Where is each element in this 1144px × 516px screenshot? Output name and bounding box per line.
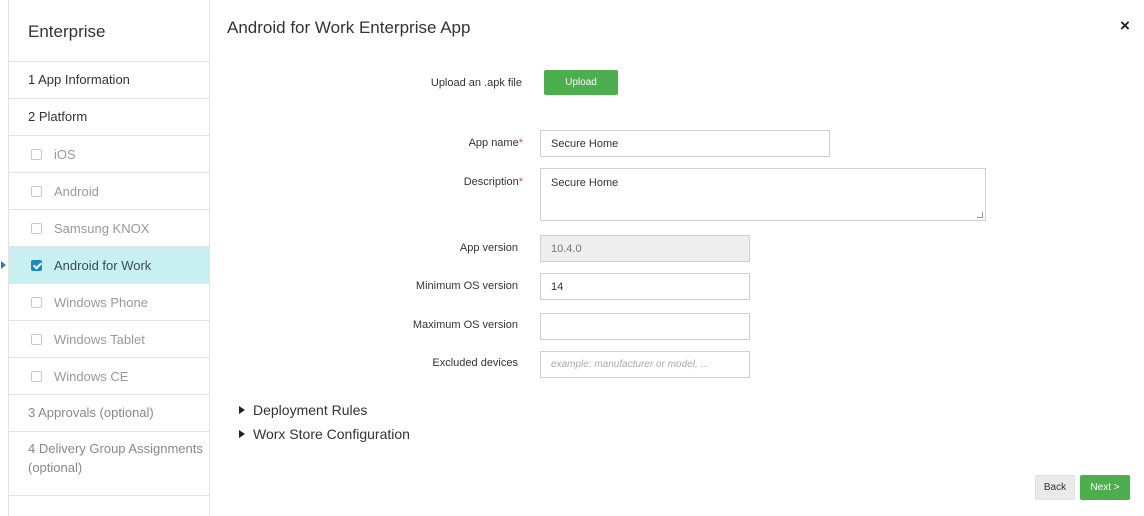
page-title: Android for Work Enterprise App [227, 18, 471, 37]
active-arrow-icon [1, 261, 6, 269]
excluded-devices-label: Excluded devices [432, 357, 518, 369]
platform-label: Windows CE [54, 368, 129, 384]
worx-store-toggle[interactable]: Worx Store Configuration [239, 426, 410, 442]
upload-label: Upload an .apk file [430, 77, 522, 89]
platform-samsung-knox[interactable]: Samsung KNOX [9, 210, 209, 247]
step-platform[interactable]: 2 Platform [9, 99, 209, 136]
deployment-rules-label: Deployment Rules [253, 402, 368, 418]
platform-label: Samsung KNOX [54, 220, 150, 236]
app-name-label-text: App name [468, 137, 519, 149]
required-marker: * [518, 176, 523, 188]
platform-windows-phone[interactable]: Windows Phone [9, 284, 209, 321]
min-os-field[interactable]: 14 [540, 273, 750, 300]
caret-right-icon [239, 430, 245, 438]
step-app-information[interactable]: 1 App Information [9, 62, 209, 99]
platform-checkbox[interactable] [31, 222, 42, 234]
platform-checkbox[interactable] [31, 333, 42, 345]
app-name-field[interactable]: Secure Home [540, 130, 830, 157]
platform-checkbox[interactable] [31, 296, 42, 308]
platform-ios[interactable]: iOS [9, 136, 209, 173]
platform-windows-tablet[interactable]: Windows Tablet [9, 321, 209, 358]
close-icon[interactable]: × [1120, 16, 1130, 36]
app-version-label: App version [459, 242, 518, 254]
max-os-field[interactable] [540, 313, 750, 340]
next-button[interactable]: Next > [1080, 475, 1130, 500]
step-delivery-group-assignments[interactable]: 4 Delivery Group Assignments (optional) [9, 432, 209, 496]
min-os-label: Minimum OS version [415, 280, 518, 292]
worx-store-label: Worx Store Configuration [253, 426, 410, 442]
required-marker: * [518, 137, 523, 149]
sidebar-header: Enterprise [9, 0, 209, 62]
platform-checkbox-checked[interactable] [31, 259, 42, 271]
description-label: Description* [323, 176, 523, 188]
app-name-label: App name* [323, 137, 523, 149]
description-field[interactable]: Secure Home [540, 168, 986, 221]
description-label-text: Description [463, 176, 519, 188]
max-os-label: Maximum OS version [412, 319, 518, 331]
platform-android[interactable]: Android [9, 173, 209, 210]
wizard-sidebar: Enterprise 1 App Information 2 Platform … [1, 0, 210, 516]
platform-label: iOS [54, 146, 76, 162]
platform-label: Windows Phone [54, 294, 148, 310]
platform-checkbox[interactable] [31, 370, 42, 382]
resize-grip-icon[interactable] [977, 212, 983, 218]
platform-windows-ce[interactable]: Windows CE [9, 358, 209, 395]
platform-checkbox[interactable] [31, 185, 42, 197]
description-value: Secure Home [551, 177, 619, 189]
platform-label: Windows Tablet [54, 331, 145, 347]
excluded-devices-field[interactable]: example: manufacturer or model, ... [540, 351, 750, 378]
platform-checkbox[interactable] [31, 148, 42, 160]
back-button[interactable]: Back [1035, 475, 1075, 500]
platform-label: Android for Work [54, 257, 152, 273]
upload-button[interactable]: Upload [544, 70, 618, 95]
caret-right-icon [239, 406, 245, 414]
platform-android-for-work[interactable]: Android for Work [1, 247, 209, 284]
step-approvals[interactable]: 3 Approvals (optional) [9, 395, 209, 432]
deployment-rules-toggle[interactable]: Deployment Rules [239, 402, 367, 418]
platform-label: Android [54, 183, 99, 199]
app-version-field: 10.4.0 [540, 235, 750, 262]
